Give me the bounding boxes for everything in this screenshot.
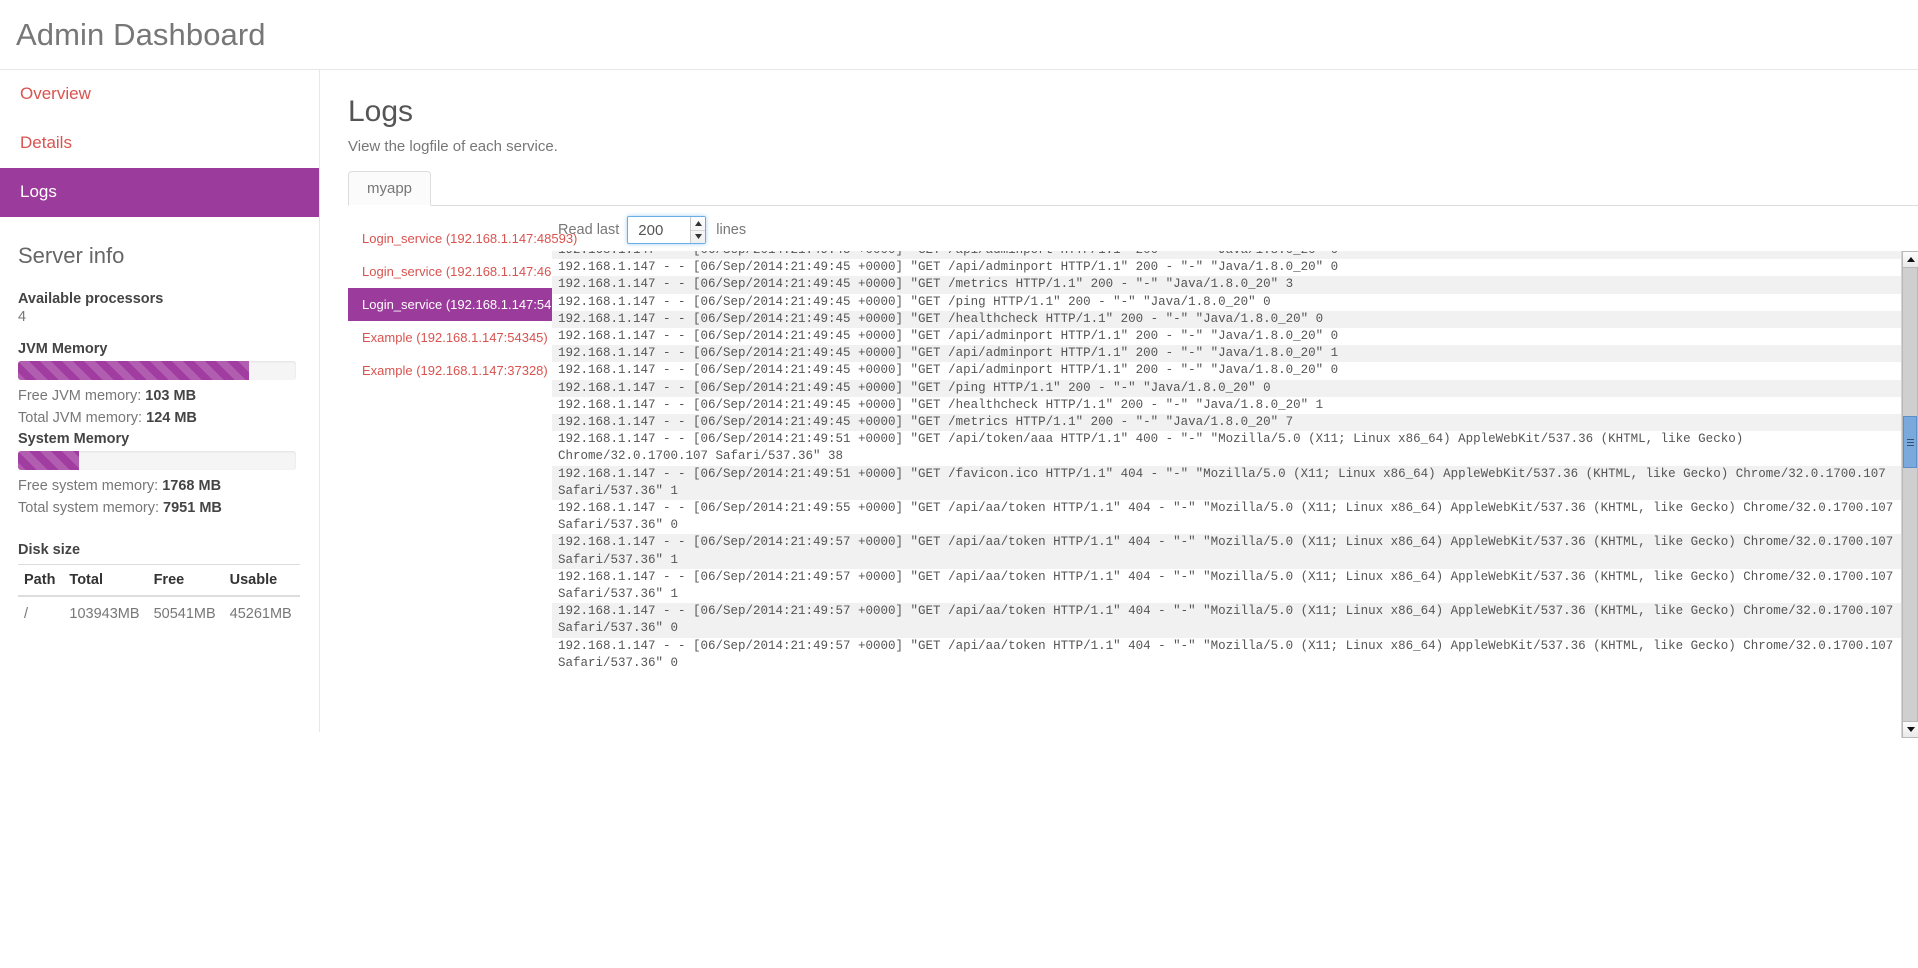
free-system-memory-value: 1768 MB: [162, 478, 222, 495]
disk-cell-path: /: [24, 605, 29, 622]
service-item-2[interactable]: Login_service (192.168.1.147:54754): [348, 288, 577, 321]
available-processors-label: Available processors: [18, 290, 164, 307]
service-list: Login_service (192.168.1.147:48593) Logi…: [330, 216, 577, 387]
triangle-down-icon: [694, 234, 702, 240]
service-item-0[interactable]: Login_service (192.168.1.147:48593): [348, 222, 577, 255]
log-line: 192.168.1.147 - - [06/Sep/2014:21:49:45 …: [558, 363, 1339, 378]
spinner-buttons: [690, 217, 706, 244]
page-body: Overview Details Logs Server info Availa…: [0, 70, 1918, 968]
sidebar-item-overview[interactable]: Overview: [0, 70, 319, 119]
read-last-input[interactable]: [628, 217, 691, 243]
total-system-memory-label: Total system memory:: [18, 500, 159, 517]
log-line: 192.168.1.147 - - [06/Sep/2014:21:49:57 …: [558, 569, 1901, 602]
jvm-memory-progressbar: [18, 360, 296, 380]
scrollbar-thumb[interactable]: [1903, 416, 1917, 468]
free-system-memory-line: Free system memory: 1768 MB: [18, 476, 301, 498]
log-panel: Read last l: [552, 216, 1918, 738]
server-info-panel: Server info Available processors 4 JVM M…: [0, 217, 319, 631]
total-system-memory-line: Total system memory: 7951 MB: [18, 498, 301, 520]
free-jvm-memory-label: Free JVM memory:: [18, 387, 142, 404]
service-item-3[interactable]: Example (192.168.1.147:54345): [348, 321, 552, 354]
triangle-down-icon: [1906, 727, 1915, 732]
log-line: 192.168.1.147 - - [06/Sep/2014:21:49:45 …: [552, 276, 1901, 294]
log-line: 192.168.1.147 - - [06/Sep/2014:21:49:51 …: [558, 432, 1751, 464]
disk-cell-usable: 45261MB: [229, 605, 292, 622]
total-system-memory-value: 7951 MB: [163, 500, 222, 517]
log-line: 192.168.1.147 - - [06/Sep/2014:21:49:57 …: [552, 534, 1901, 569]
scrollbar-up-button[interactable]: [1902, 251, 1918, 268]
sidebar-nav: Overview Details Logs: [0, 70, 319, 217]
jvm-memory-label: JVM Memory: [18, 340, 108, 357]
scrollbar-down-button[interactable]: [1902, 721, 1918, 738]
total-jvm-memory-label: Total JVM memory:: [18, 409, 143, 426]
sidebar-item-details[interactable]: Details: [0, 119, 319, 168]
free-system-memory-label: Free system memory:: [18, 478, 159, 495]
log-line: 192.168.1.147 - - [06/Sep/2014:21:49:45 …: [558, 294, 1271, 309]
disk-table-header-row: Path Total Free Usable: [18, 563, 300, 597]
total-jvm-memory-line: Total JVM memory: 124 MB: [18, 408, 301, 430]
server-info-heading: Server info: [18, 242, 125, 268]
admin-dashboard-page: Admin Dashboard Overview Details Logs Se…: [0, 0, 1918, 968]
log-line: 192.168.1.147 - - [06/Sep/2014:21:49:57 …: [558, 638, 1901, 670]
log-line: 192.168.1.147 - - [06/Sep/2014:21:49:45 …: [552, 251, 1901, 260]
disk-size-table: Path Total Free Usable / 103943MB 50541M…: [18, 563, 300, 631]
sidebar-link-logs[interactable]: Logs: [0, 167, 319, 217]
log-line: 192.168.1.147 - - [06/Sep/2014:21:49:45 …: [558, 329, 1339, 344]
free-jvm-memory-line: Free JVM memory: 103 MB: [18, 386, 301, 408]
page-title: Logs: [348, 95, 414, 128]
triangle-up-icon: [1906, 257, 1915, 262]
sidebar-item-logs[interactable]: Logs: [0, 167, 319, 217]
log-line: 192.168.1.147 - - [06/Sep/2014:21:49:45 …: [558, 397, 1324, 412]
disk-col-total: Total: [63, 563, 148, 597]
app-title: Admin Dashboard: [16, 17, 266, 52]
table-row: / 103943MB 50541MB 45261MB: [18, 596, 300, 631]
log-scroll-viewport[interactable]: 192.168.1.147 - - [06/Sep/2014:21:49:45 …: [552, 251, 1901, 738]
tab-bar: myapp: [348, 171, 1918, 206]
log-line: 192.168.1.147 - - [06/Sep/2014:21:49:55 …: [558, 501, 1901, 533]
triangle-up-icon: [694, 220, 702, 226]
main-content: Logs View the logfile of each service. m…: [320, 70, 1918, 738]
system-memory-progress-fill: [18, 451, 80, 471]
disk-col-path: Path: [18, 563, 64, 597]
read-last-spinner[interactable]: [627, 216, 707, 244]
log-line-list: 192.168.1.147 - - [06/Sep/2014:21:49:45 …: [552, 251, 1901, 672]
service-item-1[interactable]: Login_service (192.168.1.147:46602): [348, 255, 577, 288]
lines-label: lines: [716, 222, 747, 238]
log-scrollbar[interactable]: [1901, 251, 1918, 738]
system-memory-label: System Memory: [18, 431, 130, 448]
service-item-4[interactable]: Example (192.168.1.147:37328): [348, 354, 552, 387]
log-line: 192.168.1.147 - - [06/Sep/2014:21:49:45 …: [552, 310, 1901, 329]
total-jvm-memory-value: 124 MB: [146, 409, 197, 426]
log-line: 192.168.1.147 - - [06/Sep/2014:21:49:45 …: [552, 345, 1901, 363]
app-header: Admin Dashboard: [0, 0, 1918, 70]
system-memory-progressbar: [18, 451, 296, 471]
sidebar-link-overview[interactable]: Overview: [0, 70, 319, 119]
page-subtitle: View the logfile of each service.: [348, 138, 558, 155]
log-line: 192.168.1.147 - - [06/Sep/2014:21:49:51 …: [552, 465, 1901, 501]
free-jvm-memory-value: 103 MB: [145, 387, 197, 404]
log-viewer: 192.168.1.147 - - [06/Sep/2014:21:49:45 …: [552, 251, 1918, 738]
read-last-label: Read last: [558, 222, 620, 238]
spinner-decrement-button[interactable]: [691, 231, 705, 244]
disk-size-heading: Disk size: [18, 541, 81, 558]
sidebar: Overview Details Logs Server info Availa…: [0, 70, 320, 732]
scrollbar-track[interactable]: [1902, 268, 1918, 721]
spinner-increment-button[interactable]: [691, 217, 706, 231]
logs-area: Login_service (192.168.1.147:48593) Logi…: [330, 216, 1918, 738]
log-line: 192.168.1.147 - - [06/Sep/2014:21:49:45 …: [552, 379, 1901, 397]
disk-col-usable: Usable: [223, 563, 300, 597]
disk-cell-total: 103943MB: [69, 605, 140, 622]
sidebar-link-details[interactable]: Details: [0, 119, 319, 168]
read-last-control: Read last l: [552, 216, 1918, 244]
jvm-memory-progress-fill: [18, 360, 249, 380]
log-line: 192.168.1.147 - - [06/Sep/2014:21:49:45 …: [558, 260, 1339, 275]
disk-col-free: Free: [147, 563, 224, 597]
log-line: 192.168.1.147 - - [06/Sep/2014:21:49:57 …: [552, 603, 1901, 638]
grip-icon: [1906, 437, 1914, 448]
log-line: 192.168.1.147 - - [06/Sep/2014:21:49:45 …: [552, 414, 1901, 432]
tab-myapp[interactable]: myapp: [348, 171, 432, 206]
available-processors-value: 4: [18, 308, 27, 325]
disk-cell-free: 50541MB: [153, 605, 216, 622]
